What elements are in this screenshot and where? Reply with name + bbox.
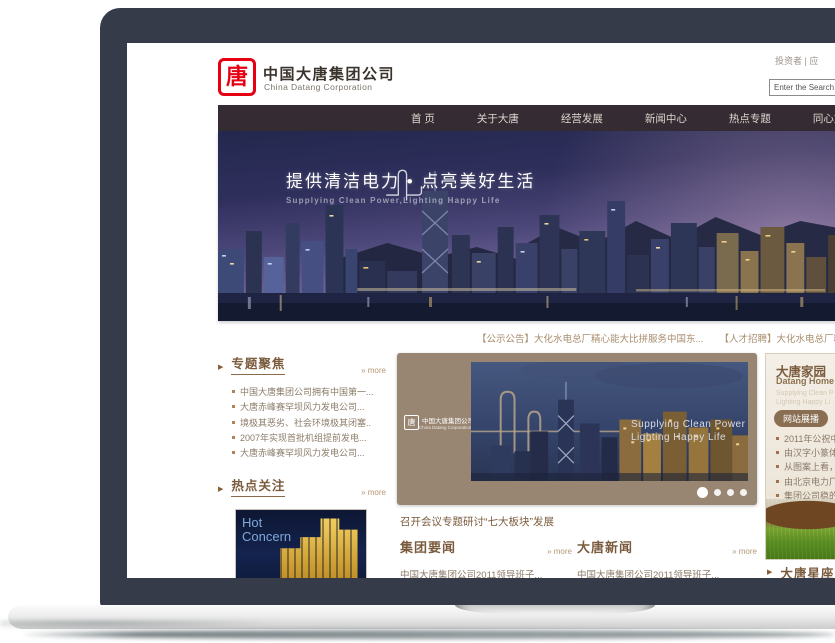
carousel-dot[interactable] (714, 489, 721, 496)
notice-link[interactable]: 大化水电总厂精心能大比拼服务中国东... (534, 334, 703, 345)
nav-item-topics[interactable]: 热点专题 (708, 111, 792, 126)
triangle-arrow-icon: ▶ (218, 360, 223, 375)
power-line-icon (286, 167, 535, 205)
nature-photo[interactable] (766, 499, 835, 559)
focus-more-link[interactable]: » more (361, 366, 386, 375)
datang-news-more-link[interactable]: » more (732, 547, 757, 556)
header-links[interactable]: 投资者 | 应 (775, 54, 818, 67)
triangle-arrow-icon: ▶ (767, 565, 772, 578)
datang-news-row[interactable]: 中国大唐集团公司2011领导班子... (577, 567, 757, 578)
page: 唐 中国大唐集团公司 China Datang Corporation 投资者 … (0, 0, 835, 643)
nav-item-home[interactable]: 首 页 (390, 111, 456, 126)
datang-home-box: 大唐家园 Datang Home Supplying Clean P Light… (765, 353, 835, 560)
hot-title: 热点关注 (231, 475, 285, 497)
carousel-slide-photo: Supplying Clean Power Lighting Happy Lif… (471, 362, 748, 481)
carousel-logo-subtitle: China Datang Corporation (419, 425, 474, 430)
datang-home-subtitle: Datang Home (776, 376, 834, 386)
focus-title: 专题聚焦 (231, 353, 285, 375)
carousel-logo: 唐 中国大唐集团公司 China Datang Corporation (404, 415, 468, 430)
group-news-more-link[interactable]: » more (547, 547, 572, 556)
nav-item-business[interactable]: 经营发展 (540, 111, 624, 126)
focus-list-item[interactable]: 境极其恶劣、社会环境极其闭塞.. (232, 416, 386, 431)
hero-copy: 提供清洁电力 • 点亮美好生活 Supplying Clean Power,Li… (286, 167, 535, 205)
group-news-title: 集团要闻 (400, 537, 456, 556)
carousel-dot[interactable] (727, 489, 734, 496)
job-tag: 【人才招聘】 (719, 334, 776, 345)
datang-news-title: 大唐新闻 (577, 537, 633, 556)
nav-item-culture[interactable]: 同心文化 (792, 111, 835, 126)
hot-concern-caption: Hot Concern (242, 516, 291, 544)
carousel-pagination (697, 487, 747, 498)
laptop-lid-notch (455, 605, 655, 614)
laptop-screen: 唐 中国大唐集团公司 China Datang Corporation 投资者 … (127, 43, 835, 578)
datang-logo-icon: 唐 (404, 415, 419, 430)
focus-list-item[interactable]: 中国大唐集团公司拥有中国第一... (232, 385, 386, 400)
nav-item-about[interactable]: 关于大唐 (456, 111, 540, 126)
focus-list-item[interactable]: 大唐赤峰赛罕坝风力发电公司... (232, 400, 386, 415)
lit-building-illustration (280, 518, 358, 578)
carousel-logo-title: 中国大唐集团公司 (422, 415, 474, 425)
star-section-header: ▶ 大唐星座 (767, 563, 834, 578)
job-link[interactable]: 大化水电总厂精心能大比拼服务 (776, 334, 835, 345)
laptop-drop-shadow (24, 630, 835, 639)
carousel-dot[interactable] (697, 487, 708, 498)
news-headline-link[interactable]: 召开会议专题研讨“七大板块”发展 (400, 514, 554, 529)
city-skyline-illustration (218, 131, 835, 321)
main-nav: 首 页 关于大唐 经营发展 新闻中心 热点专题 同心文化 专项工作 投资者关系 (218, 105, 835, 131)
datang-logo-icon: 唐 (218, 58, 256, 96)
carousel-caption: Supplying Clean Power Lighting Happy Lif… (631, 418, 745, 444)
datang-home-tagline: Supplying Clean P (776, 390, 834, 397)
focus-section-header: ▶ 专题聚焦 » more (218, 353, 386, 375)
showcase-list-item[interactable]: 由汉字小篆体 (776, 446, 835, 460)
main-carousel[interactable]: 唐 中国大唐集团公司 China Datang Corporation (397, 353, 757, 505)
hot-concern-photo[interactable]: Hot Concern (235, 509, 367, 578)
showcase-list-item[interactable]: 2011年公祝中 (776, 432, 835, 446)
focus-list: 中国大唐集团公司拥有中国第一... 大唐赤峰赛罕坝风力发电公司... 境极其恶劣… (232, 385, 386, 461)
showcase-list-item[interactable]: 由北京电力厂 (776, 475, 835, 489)
triangle-arrow-icon: ▶ (218, 482, 223, 497)
showcase-list-item[interactable]: 从图案上看， (776, 460, 835, 474)
hero-banner[interactable]: 提供清洁电力 • 点亮美好生活 Supplying Clean Power,Li… (218, 131, 835, 321)
group-news-row[interactable]: 中国大唐集团公司2011领导班子... (400, 567, 572, 578)
website-showcase-tab[interactable]: 网站展播 (774, 410, 828, 427)
hot-more-link[interactable]: » more (361, 488, 386, 497)
hot-section-header: ▶ 热点关注 » more (218, 475, 386, 497)
site-subtitle: China Datang Corporation (264, 82, 372, 92)
carousel-dot[interactable] (740, 489, 747, 496)
laptop-base-shadow (0, 621, 280, 629)
group-news-header: 集团要闻 » more (400, 537, 572, 556)
left-sidebar: ▶ 专题聚焦 » more 中国大唐集团公司拥有中国第一... 大唐赤峰赛罕坝风… (218, 353, 386, 578)
search-input[interactable] (769, 79, 835, 96)
focus-list-item[interactable]: 2007年实现首批机组提前发电... (232, 431, 386, 446)
showcase-list: 2011年公祝中 由汉字小篆体 从图案上看， 由北京电力厂 集团公司稳的 (776, 432, 835, 503)
nav-item-news[interactable]: 新闻中心 (624, 111, 708, 126)
announcement-ticker: 【公示公告】大化水电总厂精心能大比拼服务中国东... 【人才招聘】大化水电总厂精心… (477, 331, 835, 345)
datang-news-header: 大唐新闻 » more (577, 537, 757, 556)
datang-home-tagline: Lighting Happy Li (776, 399, 830, 406)
star-title[interactable]: 大唐星座 (780, 563, 834, 578)
notice-tag: 【公示公告】 (477, 334, 534, 345)
site-title: 中国大唐集团公司 (263, 63, 395, 84)
focus-list-item[interactable]: 大唐赤峰赛罕坝风力发电公司... (232, 446, 386, 461)
